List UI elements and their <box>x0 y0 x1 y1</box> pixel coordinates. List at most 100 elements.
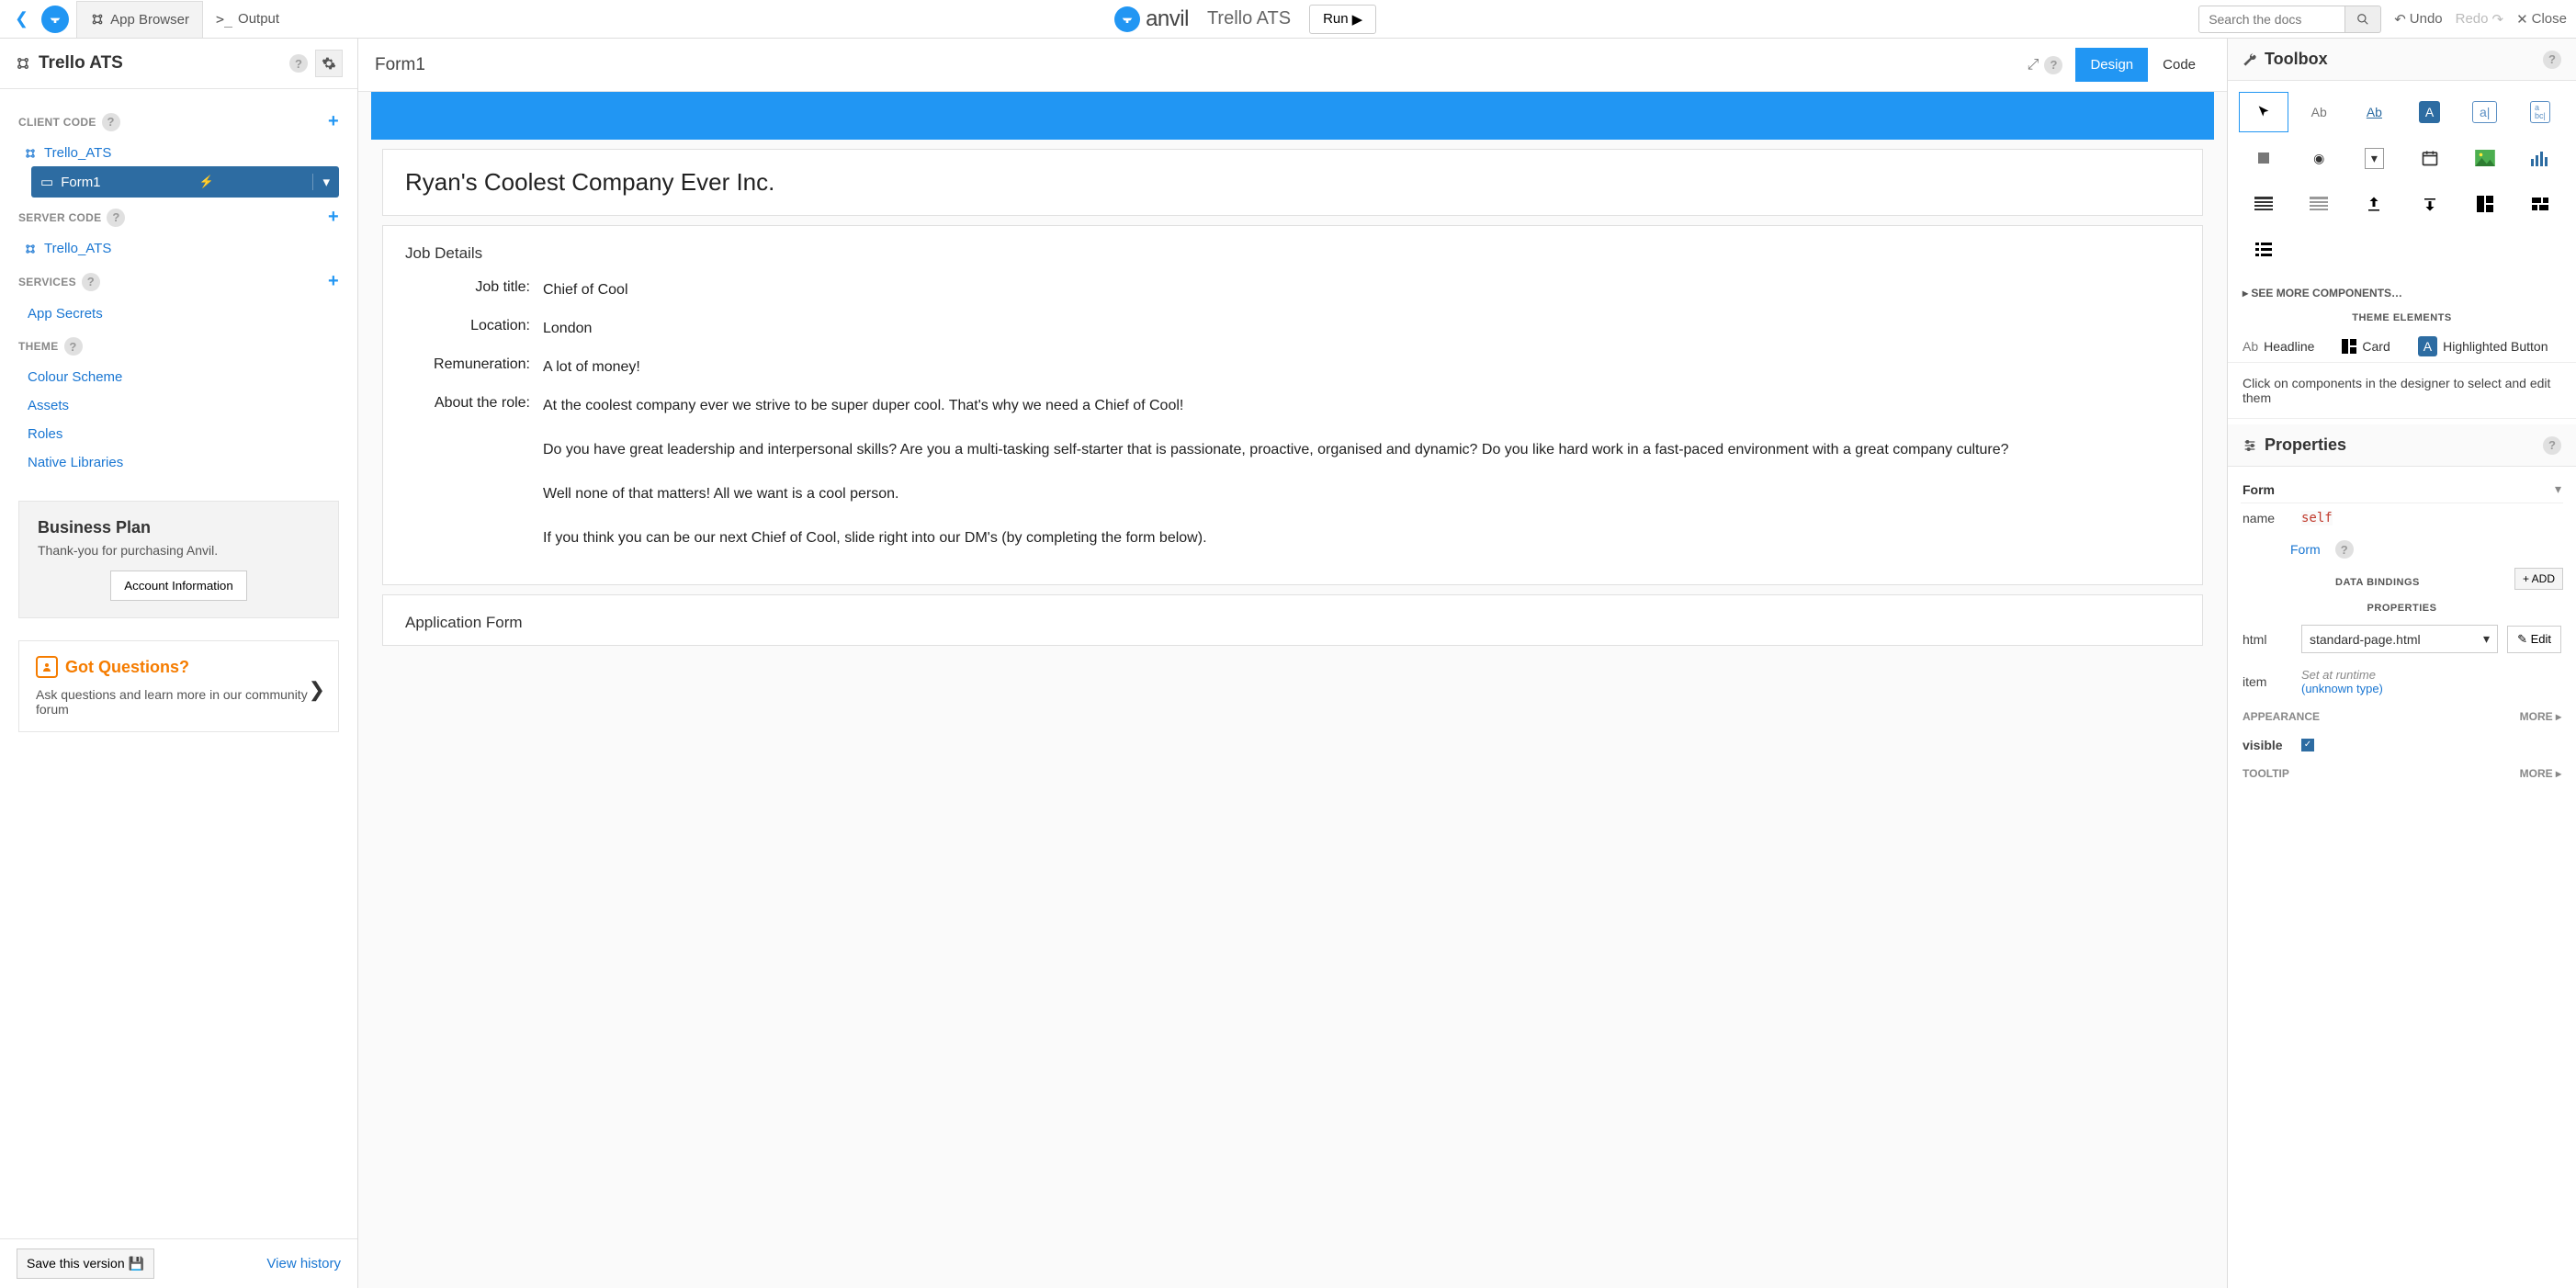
design-tab[interactable]: Design <box>2075 48 2148 82</box>
job-title-label: Job title: <box>405 279 543 301</box>
tool-link[interactable]: Ab <box>2349 92 2399 132</box>
location-label: Location: <box>405 318 543 340</box>
add-service[interactable]: + <box>328 271 339 292</box>
search-icon <box>2356 13 2369 26</box>
form1-item[interactable]: ▭ Form1 ⚡ ▾ <box>31 166 339 198</box>
tool-fileloader[interactable] <box>2349 184 2399 224</box>
native-libraries-link[interactable]: Native Libraries <box>18 448 339 477</box>
undo-button[interactable]: ↶ Undo <box>2394 11 2442 28</box>
module-icon <box>24 147 37 160</box>
chevron-down-icon[interactable]: ▾ <box>2555 481 2561 497</box>
add-client-code[interactable]: + <box>328 111 339 132</box>
search-input[interactable] <box>2198 6 2345 33</box>
more-appearance[interactable]: MORE ▸ <box>2520 710 2561 723</box>
tool-plot[interactable] <box>2515 138 2565 178</box>
help-icon[interactable]: ? <box>107 209 125 227</box>
app-browser-icon <box>90 12 105 27</box>
back-button[interactable]: ❮ <box>9 6 34 32</box>
client-module-item[interactable]: Trello_ATS <box>18 140 339 166</box>
see-more-components[interactable]: ▸ SEE MORE COMPONENTS… <box>2228 281 2576 305</box>
prop-name-label: name <box>2243 511 2292 525</box>
search-button[interactable] <box>2345 6 2381 33</box>
company-card[interactable]: Ryan's Coolest Company Ever Inc. <box>382 149 2203 216</box>
prop-name-value: self <box>2301 511 2333 525</box>
tool-dropdown[interactable]: ▾ <box>2349 138 2399 178</box>
appearance-header: APPEARANCE <box>2243 710 2320 723</box>
chevron-down-icon[interactable]: ▾ <box>312 174 330 190</box>
item-type-text: (unknown type) <box>2301 682 2383 695</box>
html-select[interactable]: standard-page.html ▾ <box>2301 625 2498 653</box>
help-icon[interactable]: ? <box>2543 436 2561 455</box>
location-value: London <box>543 318 2180 340</box>
more-tooltip[interactable]: MORE ▸ <box>2520 767 2561 780</box>
tool-textarea[interactable]: abc| <box>2515 92 2565 132</box>
application-form-header: Application Form <box>405 614 2180 632</box>
theme-card[interactable]: Card <box>2342 339 2390 354</box>
job-details-card[interactable]: Job Details Job title: Chief of Cool Loc… <box>382 225 2203 585</box>
tool-flow-panel[interactable] <box>2515 184 2565 224</box>
tool-pointer[interactable] <box>2239 92 2288 132</box>
tool-datepicker[interactable] <box>2405 138 2455 178</box>
tool-download[interactable] <box>2405 184 2455 224</box>
assets-link[interactable]: Assets <box>18 391 339 420</box>
play-icon: ▶ <box>1352 11 1363 28</box>
save-icon: 💾 <box>129 1256 144 1271</box>
tool-repeating[interactable] <box>2294 184 2344 224</box>
visible-checkbox[interactable]: ✓ <box>2301 739 2314 751</box>
services-header: SERVICES <box>18 276 76 288</box>
save-version-button[interactable]: Save this version 💾 <box>17 1248 154 1279</box>
help-icon[interactable]: ? <box>102 113 120 131</box>
anvil-logo-small[interactable] <box>41 6 69 33</box>
prop-form-type: Form <box>2243 482 2555 497</box>
help-icon[interactable]: ? <box>64 337 83 356</box>
tool-label[interactable]: Ab <box>2294 92 2344 132</box>
designer-hint: Click on components in the designer to s… <box>2228 362 2576 419</box>
tab-app-browser[interactable]: App Browser <box>76 1 203 38</box>
form-type-link[interactable]: Form <box>2290 542 2321 557</box>
company-name: Ryan's Coolest Company Ever Inc. <box>405 168 2180 197</box>
server-module-item[interactable]: Trello_ATS <box>18 235 339 262</box>
help-icon[interactable]: ? <box>2335 540 2354 559</box>
code-tab[interactable]: Code <box>2148 48 2210 82</box>
edit-html-button[interactable]: ✎ Edit <box>2507 626 2561 653</box>
form-header-banner[interactable] <box>371 92 2214 140</box>
app-secrets-link[interactable]: App Secrets <box>18 299 339 328</box>
chevron-right-icon: ❯ <box>309 678 325 702</box>
tool-textbox[interactable]: a| <box>2460 92 2510 132</box>
plan-title: Business Plan <box>38 518 320 537</box>
view-history-link[interactable]: View history <box>266 1256 341 1271</box>
questions-card[interactable]: Got Questions? Ask questions and learn m… <box>18 640 339 732</box>
anvil-brand: anvil <box>1114 6 1189 32</box>
module-icon <box>24 243 37 255</box>
run-button[interactable]: Run ▶ <box>1309 5 1376 34</box>
colour-scheme-link[interactable]: Colour Scheme <box>18 363 339 391</box>
tool-column-panel[interactable] <box>2460 184 2510 224</box>
tool-button[interactable]: A <box>2405 92 2455 132</box>
redo-button[interactable]: Redo ↷ <box>2456 11 2503 28</box>
visible-label: visible <box>2243 738 2292 752</box>
tool-image[interactable] <box>2460 138 2510 178</box>
tool-linear-panel[interactable] <box>2239 230 2288 270</box>
application-form-card[interactable]: Application Form <box>382 594 2203 646</box>
add-server-code[interactable]: + <box>328 207 339 228</box>
tool-radio[interactable]: ◉ <box>2294 138 2344 178</box>
help-icon[interactable]: ? <box>2543 51 2561 69</box>
help-icon[interactable]: ? <box>2044 56 2062 74</box>
close-button[interactable]: ✕ Close <box>2516 11 2567 28</box>
expand-icon[interactable]: ⤢ <box>2028 57 2039 73</box>
roles-link[interactable]: Roles <box>18 420 339 448</box>
help-icon[interactable]: ? <box>82 273 100 291</box>
tool-datagrid[interactable] <box>2239 184 2288 224</box>
undo-label: Undo <box>2410 11 2443 27</box>
account-info-button[interactable]: Account Information <box>110 571 247 601</box>
theme-highlighted-button[interactable]: A Highlighted Button <box>2418 336 2548 356</box>
theme-headline[interactable]: Ab Headline <box>2243 339 2314 354</box>
help-icon[interactable]: ? <box>289 54 308 73</box>
chevron-down-icon: ▾ <box>2483 631 2490 647</box>
settings-button[interactable] <box>315 50 343 77</box>
tool-checkbox[interactable] <box>2239 138 2288 178</box>
close-icon: ✕ <box>2516 11 2528 28</box>
add-binding-button[interactable]: + ADD <box>2514 568 2563 590</box>
data-bindings-header: DATA BINDINGS <box>2241 566 2514 592</box>
tab-output[interactable]: >_ Output <box>203 1 292 38</box>
